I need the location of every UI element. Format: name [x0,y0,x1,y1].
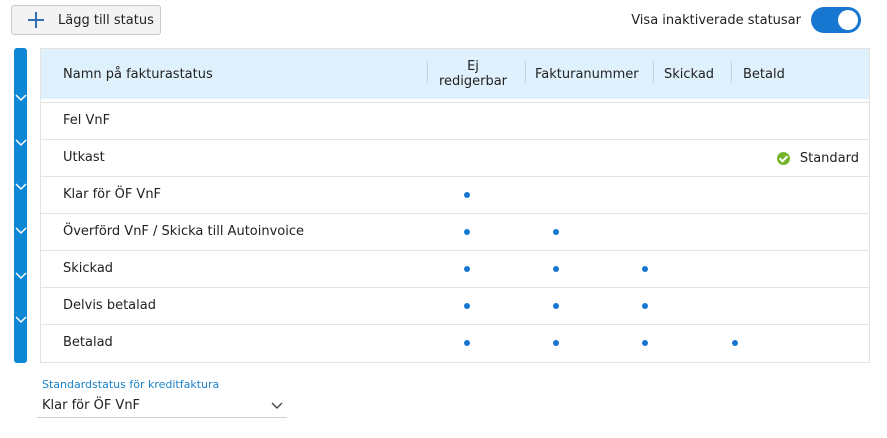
header-ej-redigerbar: Ej redigerbar [437,49,509,99]
show-inactive-toggle-group: Visa inaktiverade statusar [631,7,861,33]
ej-redigerbar-dot [464,229,470,235]
table-row[interactable]: Fel VnF [41,102,869,139]
status-name: Klar för ÖF VnF [63,187,162,202]
status-name: Överförd VnF / Skicka till Autoinvoice [63,224,304,239]
header-fakturanummer: Fakturanummer [535,66,639,82]
show-inactive-label: Visa inaktiverade statusar [631,12,801,28]
chevron-down-icon [271,402,283,409]
credit-default-label: Standardstatus för kreditfaktura [42,378,220,391]
drag-handle-rail[interactable] [14,48,27,363]
add-status-button[interactable]: Lägg till status [11,5,161,35]
skickad-dot [642,266,648,272]
header-name: Namn på fakturastatus [63,66,213,82]
chevron-down-icon [15,272,27,280]
credit-default-value: Klar för ÖF VnF [42,398,141,413]
ej-redigerbar-dot [464,303,470,309]
header-separator [731,61,732,83]
table-row[interactable]: Delvis betalad [41,287,869,324]
show-inactive-toggle[interactable] [811,7,861,33]
table-row[interactable]: Betalad [41,324,869,361]
plus-icon [28,12,44,28]
add-status-label: Lägg till status [58,12,154,28]
check-circle-icon [776,151,790,165]
fakturanummer-dot [553,303,559,309]
header-ej-line1: Ej [467,59,479,74]
ej-redigerbar-dot [464,340,470,346]
invoice-status-table: Namn på fakturastatus Ej redigerbar Fakt… [40,48,870,363]
table-row[interactable]: Skickad [41,250,869,287]
toggle-knob [838,10,858,30]
ej-redigerbar-dot [464,266,470,272]
header-separator [525,61,526,83]
header-betald: Betald [743,66,785,82]
skickad-dot [642,340,648,346]
chevron-down-icon [15,183,27,191]
ej-redigerbar-dot [464,192,470,198]
header-separator [653,61,654,83]
chevron-down-icon [15,94,27,102]
skickad-dot [642,303,648,309]
table-row[interactable]: Överförd VnF / Skicka till Autoinvoice [41,213,869,250]
status-name: Skickad [63,261,114,276]
chevron-down-icon [15,227,27,235]
table-row[interactable]: Klar för ÖF VnF [41,176,869,213]
status-name: Utkast [63,150,105,165]
fakturanummer-dot [553,340,559,346]
table-header: Namn på fakturastatus Ej redigerbar Fakt… [41,49,869,99]
fakturanummer-dot [553,229,559,235]
credit-default-select[interactable]: Klar för ÖF VnF [37,395,287,418]
header-separator [427,61,428,83]
status-name: Betalad [63,335,113,350]
chevron-down-icon [15,139,27,147]
table-row[interactable]: Utkast Standard [41,139,869,176]
status-name: Delvis betalad [63,298,156,313]
default-status-marker: Standard [776,140,859,176]
header-skickad: Skickad [664,66,715,82]
default-status-label: Standard [799,150,859,166]
fakturanummer-dot [553,266,559,272]
chevron-down-icon [15,316,27,324]
betald-dot [732,340,738,346]
status-name: Fel VnF [63,113,111,128]
header-ej-line2: redigerbar [438,74,508,89]
